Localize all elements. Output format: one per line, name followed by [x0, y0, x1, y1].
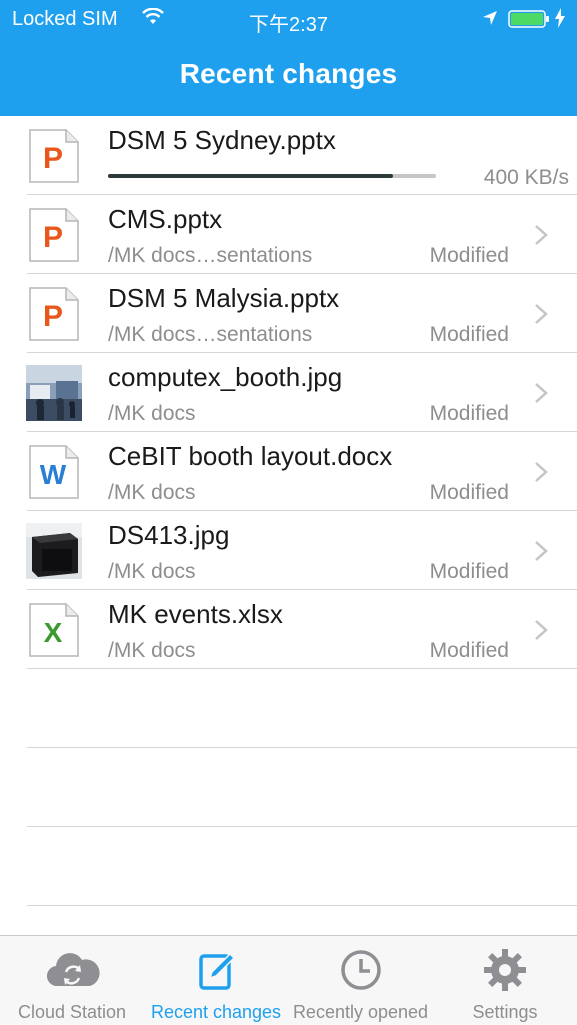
file-path: /MK docs…sentations	[108, 323, 313, 346]
svg-text:P: P	[43, 300, 63, 333]
svg-text:P: P	[43, 221, 63, 254]
file-row[interactable]: W CeBIT booth layout.docx /MK docs Modif…	[0, 432, 577, 511]
cloud-sync-icon	[46, 953, 100, 987]
chevron-right-icon	[535, 462, 548, 482]
file-status: Modified	[429, 323, 509, 346]
powerpoint-icon: P	[29, 129, 79, 183]
file-row[interactable]: computex_booth.jpg /MK docs Modified	[0, 353, 577, 432]
file-status: Modified	[429, 560, 509, 583]
file-row[interactable]: DS413.jpg /MK docs Modified	[0, 511, 577, 590]
file-name: CMS.pptx	[108, 204, 223, 234]
empty-list-row	[0, 748, 577, 827]
file-name: MK events.xlsx	[108, 599, 283, 629]
svg-text:P: P	[43, 142, 63, 175]
status-bar: Locked SIM 下午2:37	[0, 0, 577, 38]
tab-label: Recently opened	[292, 1002, 429, 1022]
gear-icon	[484, 949, 526, 991]
file-path: /MK docs	[108, 560, 196, 583]
upload-progress-fill	[108, 174, 394, 178]
tab-bar: Cloud Station Recent changes Recently op…	[0, 935, 577, 1025]
tab-cloud-station[interactable]: Cloud Station	[0, 936, 144, 1025]
file-path: /MK docs	[108, 402, 196, 425]
tab-label: Settings	[472, 1002, 538, 1022]
file-status: Modified	[429, 481, 509, 504]
file-row[interactable]: P CMS.pptx /MK docs…sentations Modified	[0, 195, 577, 274]
powerpoint-icon: P	[29, 287, 79, 341]
file-path: /MK docs	[108, 639, 196, 662]
edit-icon	[199, 952, 236, 990]
file-row[interactable]: P DSM 5 Malysia.pptx /MK docs…sentations…	[0, 274, 577, 353]
tab-settings[interactable]: Settings	[433, 936, 577, 1025]
tab-label: Cloud Station	[17, 1002, 127, 1022]
tab-recently-opened[interactable]: Recently opened	[288, 936, 433, 1025]
recent-changes-list: P DSM 5 Sydney.pptx 400 KB/s P CMS.pptx …	[0, 116, 577, 906]
file-name: CeBIT booth layout.docx	[108, 441, 393, 471]
charging-bolt-icon	[555, 8, 565, 28]
svg-text:W: W	[40, 459, 67, 490]
transfer-speed: 400 KB/s	[483, 166, 569, 189]
file-status: Modified	[429, 639, 509, 662]
uploading-file-row[interactable]: P DSM 5 Sydney.pptx 400 KB/s	[0, 116, 577, 195]
location-arrow-icon	[483, 11, 497, 25]
file-name: DS413.jpg	[108, 520, 230, 550]
chevron-right-icon	[535, 620, 548, 640]
word-icon: W	[29, 445, 79, 499]
chevron-right-icon	[535, 225, 548, 245]
empty-list-row	[0, 827, 577, 906]
file-path: /MK docs…sentations	[108, 244, 313, 267]
tab-recent-changes[interactable]: Recent changes	[144, 936, 288, 1025]
file-status: Modified	[429, 244, 509, 267]
file-row[interactable]: X MK events.xlsx /MK docs Modified	[0, 590, 577, 669]
empty-list-row	[0, 669, 577, 748]
chevron-right-icon	[535, 383, 548, 403]
file-name: computex_booth.jpg	[108, 362, 343, 392]
battery-icon	[508, 10, 549, 28]
powerpoint-icon: P	[29, 208, 79, 262]
photo-thumbnail-device	[26, 523, 82, 579]
navigation-header: Locked SIM 下午2:37 Recent changes	[0, 0, 577, 116]
excel-icon: X	[29, 603, 79, 657]
tab-label: Recent changes	[150, 1002, 282, 1022]
svg-text:X: X	[44, 617, 63, 648]
photo-thumbnail-booth	[26, 365, 82, 421]
upload-progress-bar	[108, 174, 436, 178]
file-status: Modified	[429, 402, 509, 425]
page-title: Recent changes	[179, 58, 398, 89]
file-path: /MK docs	[108, 481, 196, 504]
file-name: DSM 5 Malysia.pptx	[108, 283, 340, 313]
chevron-right-icon	[535, 304, 548, 324]
file-name: DSM 5 Sydney.pptx	[108, 125, 336, 155]
chevron-right-icon	[535, 541, 548, 561]
clock-icon	[340, 950, 381, 990]
